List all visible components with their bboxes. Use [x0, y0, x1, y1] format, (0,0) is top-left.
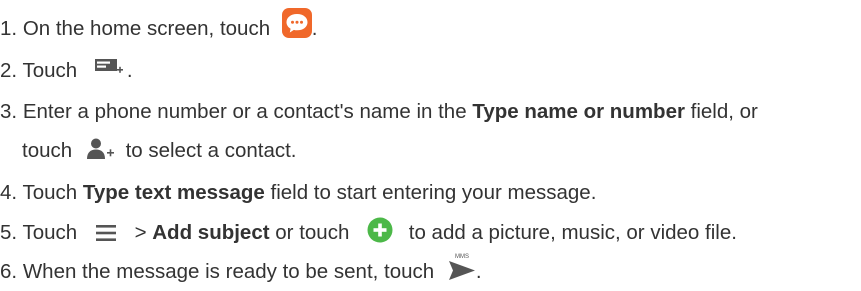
- step-number: 1.: [0, 17, 18, 40]
- step-text-end: .: [126, 59, 133, 82]
- step-text: Touch: [22, 221, 78, 244]
- step-3-continuation: touch to select a contact.: [22, 137, 297, 165]
- step-6: 6. When the message is ready to be sent,…: [0, 254, 482, 286]
- messaging-app-icon: [281, 7, 312, 38]
- step-number: 2.: [0, 59, 18, 82]
- send-icon-label: MMS: [455, 254, 469, 260]
- add-attachment-icon: [367, 217, 393, 243]
- step-text-end: field, or: [690, 100, 758, 123]
- step-text: When the message is ready to be sent, to…: [22, 260, 435, 283]
- step-text-end: to add a picture, music, or video file.: [408, 221, 737, 244]
- step-3: 3. Enter a phone number or a contact's n…: [0, 98, 758, 126]
- field-name-type-name-or-number: Type name or number: [472, 100, 685, 123]
- step-text-end: to select a contact.: [125, 139, 297, 162]
- step-number: 6.: [0, 260, 18, 283]
- step-number: 3.: [0, 100, 18, 123]
- new-message-icon: [94, 57, 127, 79]
- field-name-type-text-message: Type text message: [82, 181, 265, 204]
- menu-separator: >: [134, 221, 147, 244]
- instruction-steps: 1. On the home screen, touch . 2. Touch …: [0, 0, 861, 291]
- step-text-end: .: [475, 260, 482, 283]
- step-text: touch: [22, 139, 73, 162]
- step-text: On the home screen, touch: [22, 17, 271, 40]
- add-contact-icon: [86, 138, 116, 160]
- step-text: Touch: [22, 181, 78, 204]
- step-number: 5.: [0, 221, 18, 244]
- step-2: 2. Touch .: [0, 57, 133, 85]
- step-text: Enter a phone number or a contact's name…: [22, 100, 467, 123]
- step-text: or touch: [275, 221, 350, 244]
- step-text-end: .: [311, 17, 318, 40]
- step-5: 5. Touch > Add subject or touch to add a…: [0, 217, 737, 247]
- menu-icon: [95, 222, 117, 241]
- step-text: Touch: [22, 59, 78, 82]
- send-mms-icon: MMS: [448, 252, 476, 282]
- step-number: 4.: [0, 181, 18, 204]
- step-text-end: field to start entering your message.: [270, 181, 597, 204]
- step-1: 1. On the home screen, touch .: [0, 7, 318, 43]
- step-4: 4. Touch Type text message field to star…: [0, 179, 596, 207]
- menu-option-add-subject: Add subject: [152, 221, 270, 244]
